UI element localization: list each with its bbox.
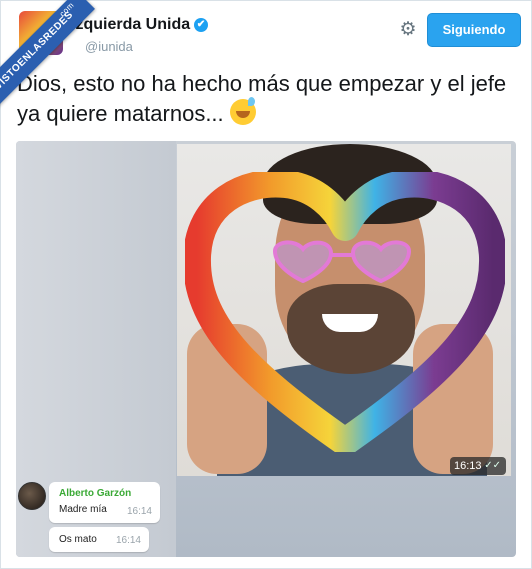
following-button[interactable]: Siguiendo <box>427 13 521 47</box>
sender-name[interactable]: Alberto Garzón <box>59 488 131 499</box>
tweet-text: Dios, esto no ha hecho más que empezar y… <box>17 69 517 129</box>
photo-time-text: 16:13 <box>454 460 482 472</box>
chat-message: Os mato 16:14 <box>49 527 149 552</box>
message-time: 16:14 <box>126 506 152 517</box>
account-handle[interactable]: @iunida <box>85 39 133 54</box>
tweet-card: Izquierda Unida ✔ @iunida ⚙ Siguiendo Di… <box>0 0 532 569</box>
message-text: Madre mía <box>59 504 107 515</box>
tweet-text-content: Dios, esto no ha hecho más que empezar y… <box>17 71 507 126</box>
sender-avatar[interactable] <box>18 482 46 510</box>
tweet-header: Izquierda Unida ✔ @iunida ⚙ Siguiendo <box>19 11 521 63</box>
tweet-media[interactable]: 16:13 ✓✓ Alberto Garzón Madre mía 16:14 … <box>16 141 516 557</box>
heart-frame-icon <box>185 172 505 452</box>
sweat-smile-emoji-icon <box>229 97 256 125</box>
chat-message: Alberto Garzón Madre mía 16:14 <box>49 482 160 523</box>
verified-icon: ✔ <box>194 18 209 32</box>
account-name[interactable]: Izquierda Unida ✔ <box>71 16 209 34</box>
message-time: 16:14 <box>115 535 141 546</box>
photo-timestamp: 16:13 ✓✓ <box>450 457 506 475</box>
gear-icon[interactable]: ⚙ <box>397 19 419 41</box>
chat-photo[interactable]: 16:13 ✓✓ <box>177 144 511 476</box>
heart-glasses-icon <box>272 240 412 283</box>
account-name-text[interactable]: Izquierda Unida <box>71 16 190 34</box>
message-text: Os mato <box>59 534 97 545</box>
read-ticks-icon: ✓✓ <box>484 460 501 471</box>
